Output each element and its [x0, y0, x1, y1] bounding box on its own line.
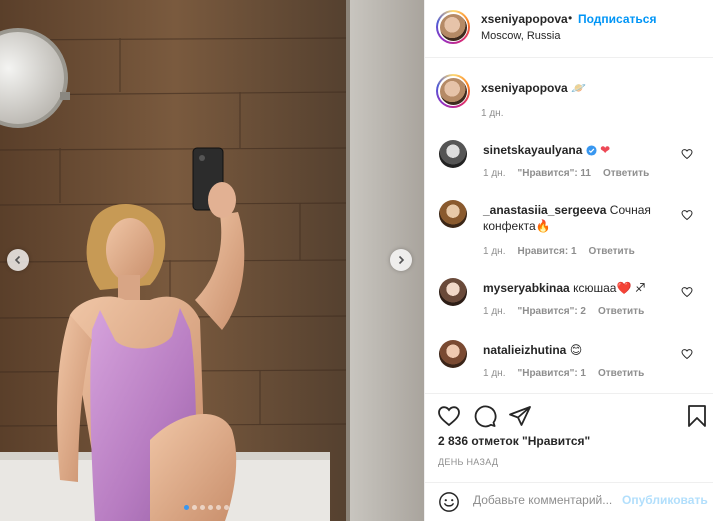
- commenter-avatar[interactable]: [439, 140, 467, 168]
- post-age: ДЕНЬ НАЗАД: [438, 457, 499, 467]
- reply-button[interactable]: Ответить: [598, 306, 644, 317]
- comment-username[interactable]: _anastasiia_sergeeva: [483, 203, 606, 217]
- comment-body: 😊: [569, 343, 583, 357]
- reply-button[interactable]: Ответить: [598, 368, 644, 379]
- reply-button[interactable]: Ответить: [589, 246, 635, 257]
- comment-like-heart-icon[interactable]: [681, 148, 693, 160]
- caption-time: 1 дн.: [481, 108, 504, 119]
- comment-time: 1 дн.: [483, 306, 506, 317]
- comment-body: ксюшаа❤️ ♐: [573, 281, 646, 295]
- comment-input[interactable]: [473, 489, 623, 511]
- previous-slide-button[interactable]: [7, 249, 29, 271]
- carousel-dot: [192, 505, 197, 510]
- comment-text: myseryabkinaa ксюшаа❤️ ♐: [483, 280, 673, 296]
- comment-like-heart-icon[interactable]: [681, 348, 693, 360]
- comment-time: 1 дн.: [483, 168, 506, 179]
- comment-meta: 1 дн. "Нравится": 11 Ответить: [483, 168, 649, 179]
- heart-outline-icon[interactable]: [437, 404, 461, 428]
- comment-meta: 1 дн. "Нравится": 1 Ответить: [483, 368, 644, 379]
- carousel-dot: [216, 505, 221, 510]
- caption-username[interactable]: xseniyapopova: [481, 81, 568, 95]
- commenter-avatar[interactable]: [439, 200, 467, 228]
- commenter-avatar[interactable]: [439, 278, 467, 306]
- comment-username[interactable]: natalieizhutina: [483, 343, 566, 357]
- reply-button[interactable]: Ответить: [603, 168, 649, 179]
- caption-emoji: 🪐: [571, 81, 586, 95]
- author-username[interactable]: xseniyapopova: [481, 12, 568, 26]
- comment-likes[interactable]: "Нравится": 11: [517, 168, 591, 179]
- follow-button[interactable]: Подписаться: [578, 12, 656, 26]
- post-header: xseniyapopova • Подписаться Moscow, Russ…: [425, 0, 713, 58]
- likes-count[interactable]: 2 836 отметок "Нравится": [438, 434, 590, 448]
- comment-like-heart-icon[interactable]: [681, 286, 693, 298]
- carousel-dot: [200, 505, 205, 510]
- comment-likes[interactable]: "Нравится": 2: [517, 306, 586, 317]
- post-actions: 2 836 отметок "Нравится" ДЕНЬ НАЗАД Опуб…: [425, 393, 713, 518]
- next-slide-button[interactable]: [390, 249, 412, 271]
- comment-username[interactable]: myseryabkinaa: [483, 281, 570, 295]
- verified-badge-icon: [586, 145, 597, 156]
- comment-username[interactable]: sinetskayaulyana: [483, 143, 582, 157]
- smile-icon[interactable]: [438, 491, 460, 513]
- carousel-dot: [224, 505, 229, 510]
- carousel-dot: [208, 505, 213, 510]
- post-panel: xseniyapopova • Подписаться Moscow, Russ…: [424, 0, 713, 521]
- comment-like-heart-icon[interactable]: [681, 209, 693, 221]
- add-comment-bar: Опубликовать: [425, 482, 713, 519]
- comment-time: 1 дн.: [483, 368, 506, 379]
- bookmark-icon[interactable]: [685, 404, 709, 428]
- instagram-post: xseniyapopova • Подписаться Moscow, Russ…: [0, 0, 713, 521]
- chevron-left-icon: [14, 255, 21, 265]
- share-icon[interactable]: [508, 404, 532, 428]
- comment-meta: 1 дн. Нравится: 1 Ответить: [483, 246, 635, 257]
- comment-likes[interactable]: "Нравится": 1: [517, 368, 586, 379]
- comment-body: ❤: [600, 143, 611, 157]
- comment-text: _anastasiia_sergeeva Сочная конфекта🔥: [483, 202, 673, 234]
- post-photo[interactable]: [0, 0, 424, 521]
- comment-meta: 1 дн. "Нравится": 2 Ответить: [483, 306, 644, 317]
- author-avatar[interactable]: [436, 10, 470, 44]
- publish-button[interactable]: Опубликовать: [622, 493, 708, 507]
- photo-image: [0, 0, 424, 521]
- carousel-dots: [184, 505, 229, 510]
- header-separator: •: [568, 11, 573, 25]
- commenter-avatar[interactable]: [439, 340, 467, 368]
- comment-text: sinetskayaulyana ❤: [483, 142, 673, 158]
- post-location[interactable]: Moscow, Russia: [481, 30, 560, 42]
- comment-time: 1 дн.: [483, 246, 506, 257]
- carousel-dot: [184, 505, 189, 510]
- caption-avatar[interactable]: [436, 74, 470, 108]
- comment-text: natalieizhutina 😊: [483, 342, 673, 358]
- comment-likes[interactable]: Нравится: 1: [517, 246, 576, 257]
- chevron-right-icon: [398, 255, 405, 265]
- caption-text: xseniyapopova 🪐: [481, 81, 586, 95]
- comment-icon[interactable]: [473, 404, 497, 428]
